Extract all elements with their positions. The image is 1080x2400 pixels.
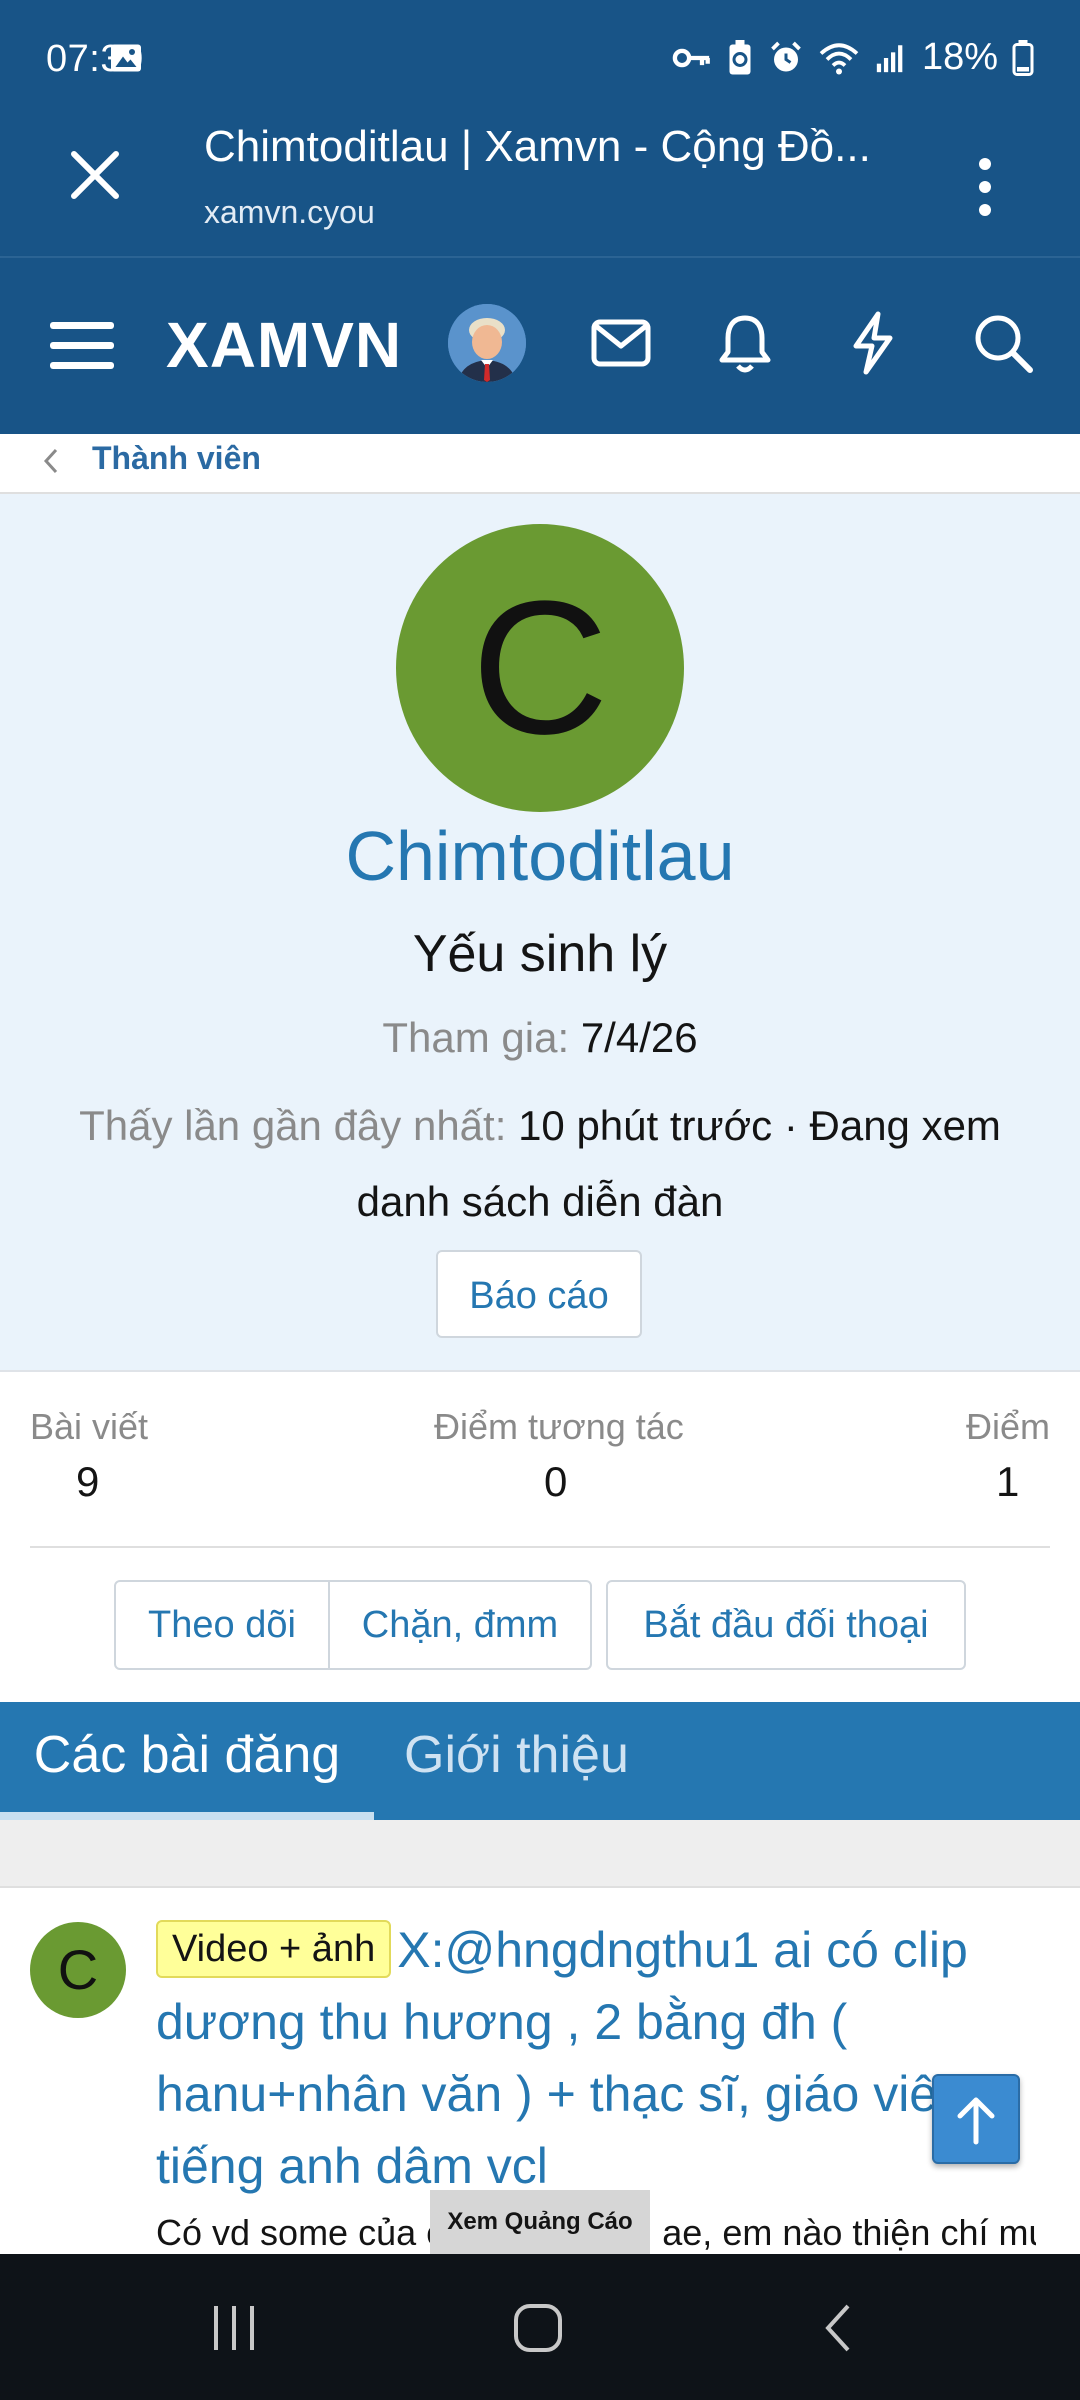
- status-bar: 07:30 18%: [0, 0, 1080, 120]
- page-url: xamvn.cyou: [204, 194, 375, 230]
- mail-icon[interactable]: [586, 308, 656, 378]
- close-icon[interactable]: [60, 140, 130, 210]
- post-title-block[interactable]: Video + ảnh X:@hngdngthu1 ai có clip dươn…: [156, 1914, 1036, 2202]
- arrow-up-icon: [957, 2097, 995, 2145]
- tab-about[interactable]: Giới thiệu: [404, 1702, 629, 1820]
- start-conversation-button[interactable]: Bắt đầu đối thoại: [606, 1580, 966, 1670]
- vpn-key-icon: [672, 48, 710, 67]
- stat-value-reactions[interactable]: 0: [544, 1458, 567, 1506]
- hamburger-menu-icon[interactable]: [46, 312, 118, 380]
- profile-last-seen: Thấy lần gần đây nhất: 10 phút trước · Đ…: [40, 1088, 1040, 1240]
- breadcrumb-members-link[interactable]: Thành viên: [92, 440, 261, 477]
- lightning-icon[interactable]: [838, 308, 908, 378]
- user-avatar[interactable]: [448, 304, 526, 382]
- gallery-icon: [110, 44, 141, 72]
- alarm-icon: [771, 41, 801, 71]
- stat-value-points[interactable]: 1: [996, 1458, 1019, 1506]
- profile-tabs: Các bài đăng Giới thiệu: [0, 1702, 1080, 1820]
- profile-header: C Chimtoditlau Yếu sinh lý Tham gia: 7/4…: [0, 494, 1080, 1372]
- stat-label-posts: Bài viết: [30, 1406, 149, 1447]
- site-logo[interactable]: XAMVN: [166, 308, 402, 382]
- last-seen-label: Thấy lần gần đây nhất:: [79, 1102, 507, 1149]
- bell-icon[interactable]: [710, 308, 780, 378]
- system-navigation-bar: [0, 2254, 1080, 2400]
- divider: [30, 1546, 1050, 1548]
- site-navigation: XAMVN: [0, 258, 1080, 434]
- post-author-avatar[interactable]: C: [30, 1922, 126, 2018]
- wifi-icon: [819, 42, 859, 74]
- tab-posts[interactable]: Các bài đăng: [0, 1702, 374, 1820]
- browser-chrome: 07:30 18% Chimtoditlau | Xamvn - Cộng Đồ…: [0, 0, 1080, 256]
- battery-saver-icon: [729, 39, 751, 74]
- stat-value-posts[interactable]: 9: [76, 1458, 99, 1506]
- scroll-to-top-button[interactable]: [932, 2074, 1020, 2164]
- member-stats: Bài viết 9 Điểm tương tác 0 Điểm 1 Theo …: [0, 1372, 1080, 1702]
- page-title: Chimtoditlau | Xamvn - Cộng Đồ...: [204, 122, 871, 171]
- search-icon[interactable]: [968, 308, 1038, 378]
- profile-user-title: Yếu sinh lý: [412, 925, 668, 983]
- home-icon[interactable]: [508, 2298, 568, 2358]
- battery-percentage: 18%: [921, 36, 998, 78]
- view-ad-button[interactable]: Xem Quảng Cáo: [430, 2190, 650, 2254]
- signal-icon: [876, 44, 903, 72]
- more-options-icon[interactable]: [960, 142, 1010, 232]
- profile-avatar[interactable]: C: [396, 524, 684, 812]
- battery-icon: [1012, 39, 1034, 76]
- block-button[interactable]: Chặn, đmm: [328, 1580, 592, 1670]
- profile-joined: Tham gia: 7/4/26: [0, 1014, 1080, 1062]
- post-prefix-label[interactable]: Video + ảnh: [156, 1920, 392, 1978]
- joined-label: Tham gia:: [382, 1014, 570, 1061]
- back-icon[interactable]: [810, 2298, 870, 2358]
- breadcrumb[interactable]: Thành viên: [0, 434, 1080, 494]
- profile-username[interactable]: Chimtoditlau: [0, 816, 1080, 896]
- section-spacer: [0, 1820, 1080, 1888]
- joined-value: 7/4/26: [580, 1014, 698, 1061]
- custom-tab-header: Chimtoditlau | Xamvn - Cộng Đồ... xamvn.…: [0, 120, 1080, 256]
- stat-label-points: Điểm: [966, 1406, 1051, 1447]
- status-icons: 18%: [110, 36, 1034, 79]
- recent-apps-icon[interactable]: [204, 2298, 264, 2358]
- follow-button[interactable]: Theo dõi: [114, 1580, 330, 1670]
- active-tab-indicator: [0, 1812, 374, 1820]
- report-button[interactable]: Báo cáo: [436, 1250, 642, 1338]
- chevron-left-icon: [43, 448, 58, 474]
- stat-label-reactions: Điểm tương tác: [434, 1406, 684, 1447]
